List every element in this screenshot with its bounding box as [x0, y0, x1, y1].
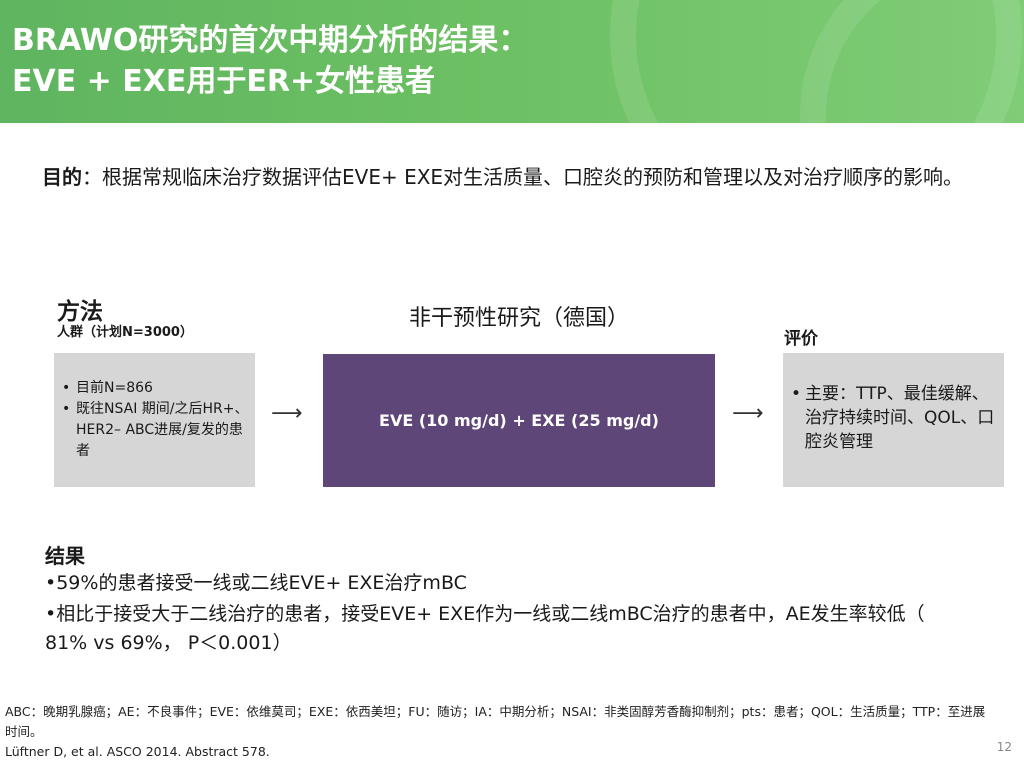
study-heading: 非干预性研究（德国） [408, 306, 629, 331]
treatment-box: EVE (10 mg/d) + EXE (25 mg/d) [323, 354, 715, 487]
footnote: ABC：晚期乳腺癌；AE：不良事件；EVE：依维莫司；EXE：依西美坦；FU：随… [5, 702, 995, 762]
objective-label: 目的 [42, 165, 82, 189]
objective-colon: ： [82, 165, 102, 189]
population-item: 目前N=866 [62, 378, 249, 399]
evaluation-list: 主要：TTP、最佳缓解、治疗持续时间、QOL、口腔炎管理 [791, 382, 1002, 454]
slide-title-line-1: BRAWO研究的首次中期分析的结果： [12, 23, 529, 58]
treatment-label: EVE (10 mg/d) + EXE (25 mg/d) [379, 411, 659, 430]
page-number: 12 [996, 740, 1012, 754]
population-item: 既往NSAI 期间/之后HR+、HER2– ABC进展/复发的患者 [62, 399, 249, 462]
arrow-right-icon: ⟶ [732, 401, 764, 426]
evaluation-heading: 评价 [784, 329, 818, 349]
evaluation-item: 主要：TTP、最佳缓解、治疗持续时间、QOL、口腔炎管理 [791, 382, 1002, 454]
population-heading: 人群（计划N=3000） [57, 325, 193, 340]
slide-title-line-2: EVE + EXE用于ER+女性患者 [12, 64, 436, 99]
population-box: 目前N=866 既往NSAI 期间/之后HR+、HER2– ABC进展/复发的患… [54, 353, 255, 487]
slide-title: BRAWO研究的首次中期分析的结果： EVE + EXE用于ER+女性患者 [12, 20, 1012, 102]
reference-text: Lüftner D, et al. ASCO 2014. Abstract 57… [5, 744, 270, 759]
objective-paragraph: 目的：根据常规临床治疗数据评估EVE+ EXE对生活质量、口腔炎的预防和管理以及… [42, 163, 1012, 192]
population-list: 目前N=866 既往NSAI 期间/之后HR+、HER2– ABC进展/复发的患… [62, 378, 249, 462]
results-list: •59%的患者接受一线或二线EVE+ EXE治疗mBC •相比于接受大于二线治疗… [45, 569, 925, 660]
arrow-right-icon: ⟶ [271, 401, 303, 426]
evaluation-box: 主要：TTP、最佳缓解、治疗持续时间、QOL、口腔炎管理 [783, 353, 1004, 487]
result-item: •59%的患者接受一线或二线EVE+ EXE治疗mBC [45, 572, 467, 594]
objective-text: 根据常规临床治疗数据评估EVE+ EXE对生活质量、口腔炎的预防和管理以及对治疗… [102, 165, 964, 189]
slide-header: BRAWO研究的首次中期分析的结果： EVE + EXE用于ER+女性患者 [0, 0, 1024, 123]
results-heading: 结果 [45, 544, 85, 568]
abbreviations-text: ABC：晚期乳腺癌；AE：不良事件；EVE：依维莫司；EXE：依西美坦；FU：随… [5, 704, 986, 739]
result-item: •相比于接受大于二线治疗的患者，接受EVE+ EXE作为一线或二线mBC治疗的患… [45, 603, 925, 654]
